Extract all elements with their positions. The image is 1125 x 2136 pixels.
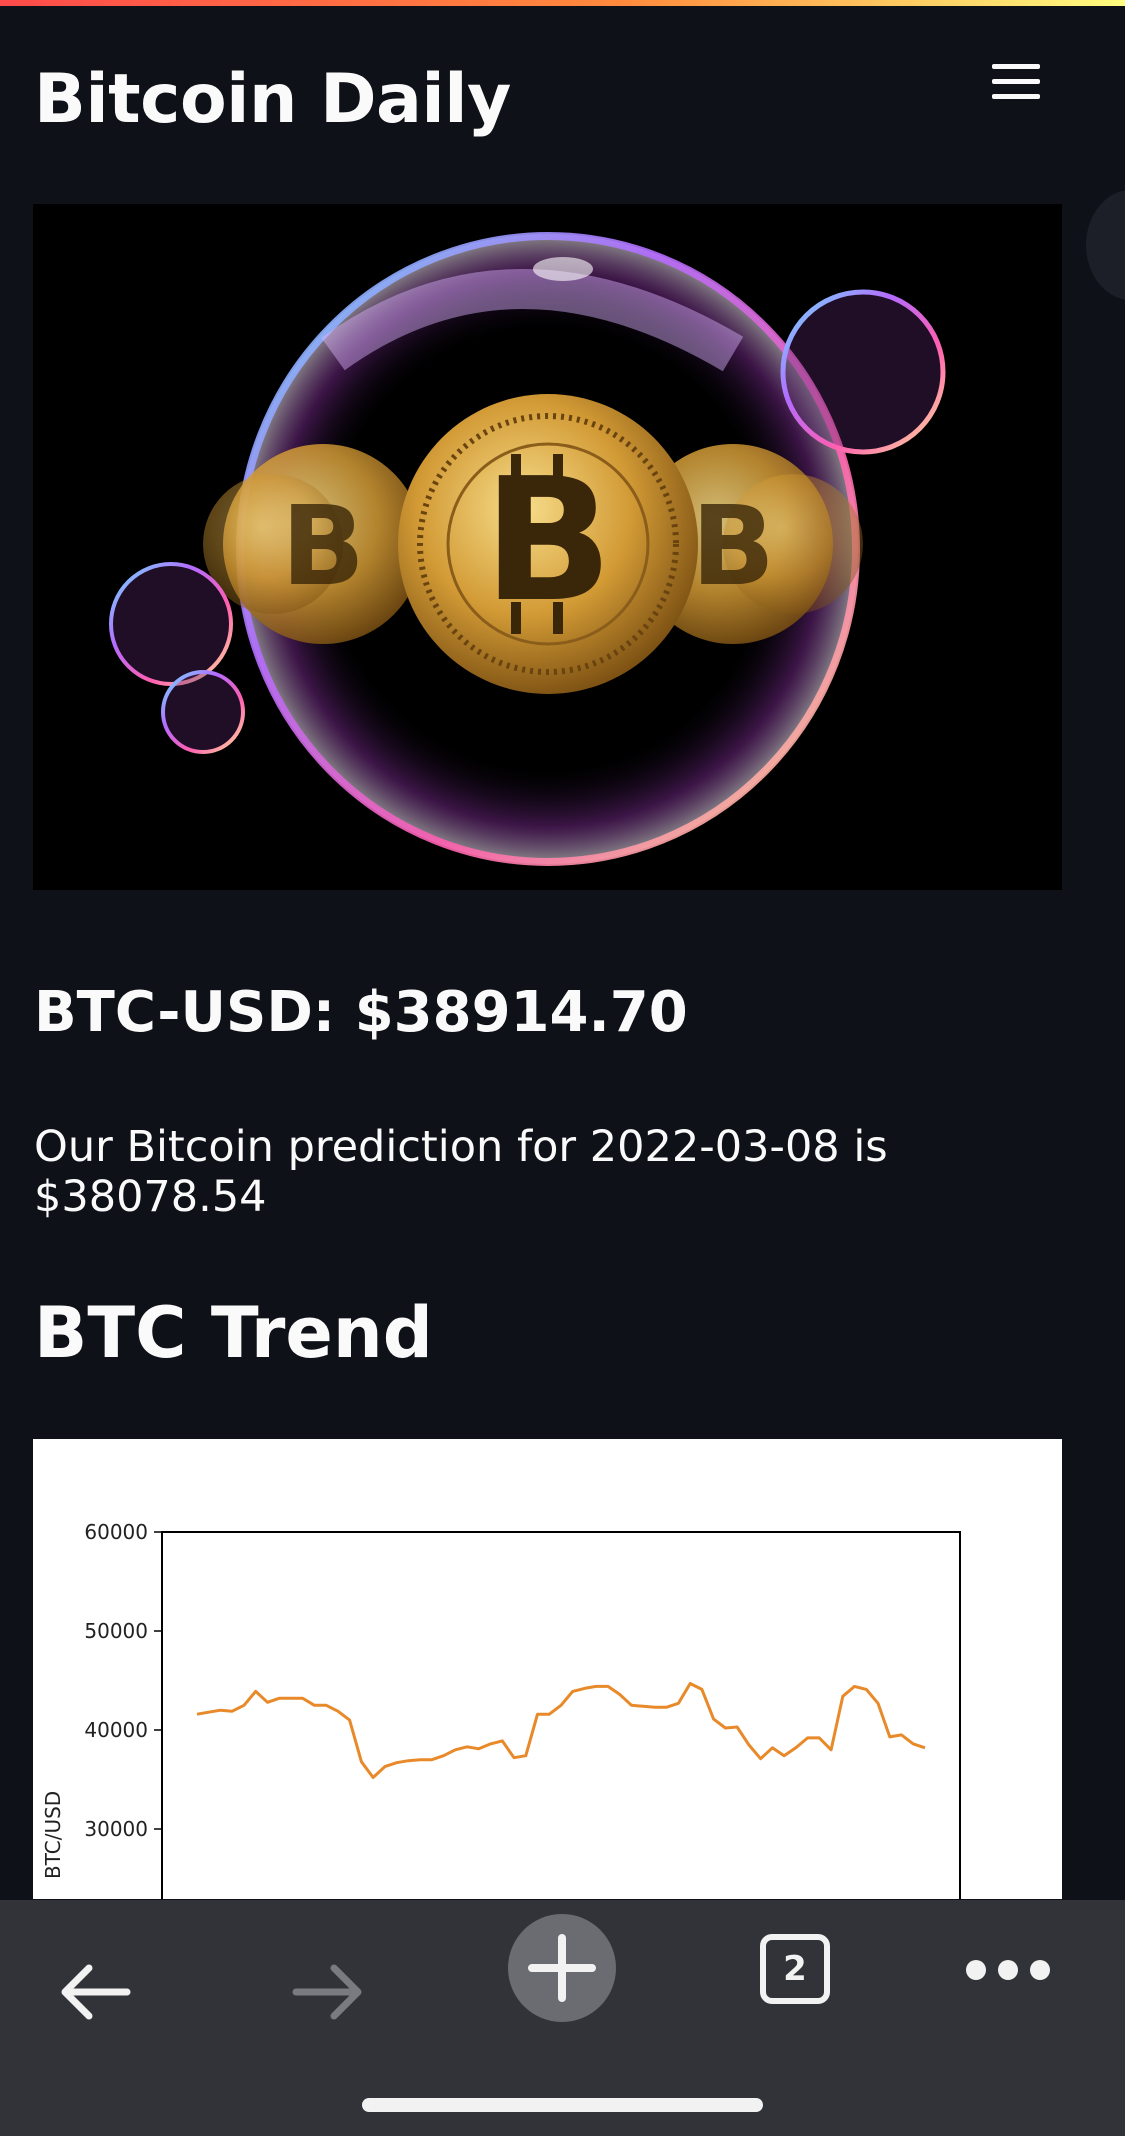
y-axis-label: BTC/USD [41, 1791, 65, 1879]
btc-price-series-line [196, 1682, 926, 1779]
y-tick-label: 30000 [84, 1817, 148, 1841]
y-tick-label: 50000 [84, 1619, 148, 1643]
hamburger-menu-icon[interactable] [992, 64, 1040, 108]
y-tick-label: 60000 [84, 1520, 148, 1544]
btc-price: BTC-USD: $38914.70 [34, 980, 688, 1045]
svg-text:B: B [281, 482, 365, 610]
hero-image: B B B [33, 204, 1062, 890]
top-accent-bar [0, 0, 1125, 6]
forward-arrow-icon[interactable] [288, 1960, 368, 2024]
y-tick-label: 40000 [84, 1718, 148, 1742]
tabs-button[interactable]: 2 [760, 1934, 830, 2004]
prediction-text: Our Bitcoin prediction for 2022-03-08 is… [34, 1122, 888, 1222]
plus-icon [528, 1934, 596, 2002]
tab-count: 2 [783, 1949, 807, 1989]
sidebar-toggle-handle[interactable] [1086, 190, 1125, 300]
btc-trend-chart: BTC/USD 60000 50000 40000 30000 [33, 1439, 1062, 1899]
new-tab-button[interactable] [508, 1914, 616, 2022]
plot-area [161, 1531, 961, 1899]
more-dots-icon[interactable] [962, 1950, 1054, 1990]
svg-text:B: B [691, 482, 775, 610]
app-title: Bitcoin Daily [34, 60, 511, 139]
svg-text:B: B [483, 442, 613, 640]
back-arrow-icon[interactable] [55, 1960, 135, 2024]
trend-heading: BTC Trend [34, 1292, 433, 1374]
home-indicator [362, 2098, 763, 2112]
